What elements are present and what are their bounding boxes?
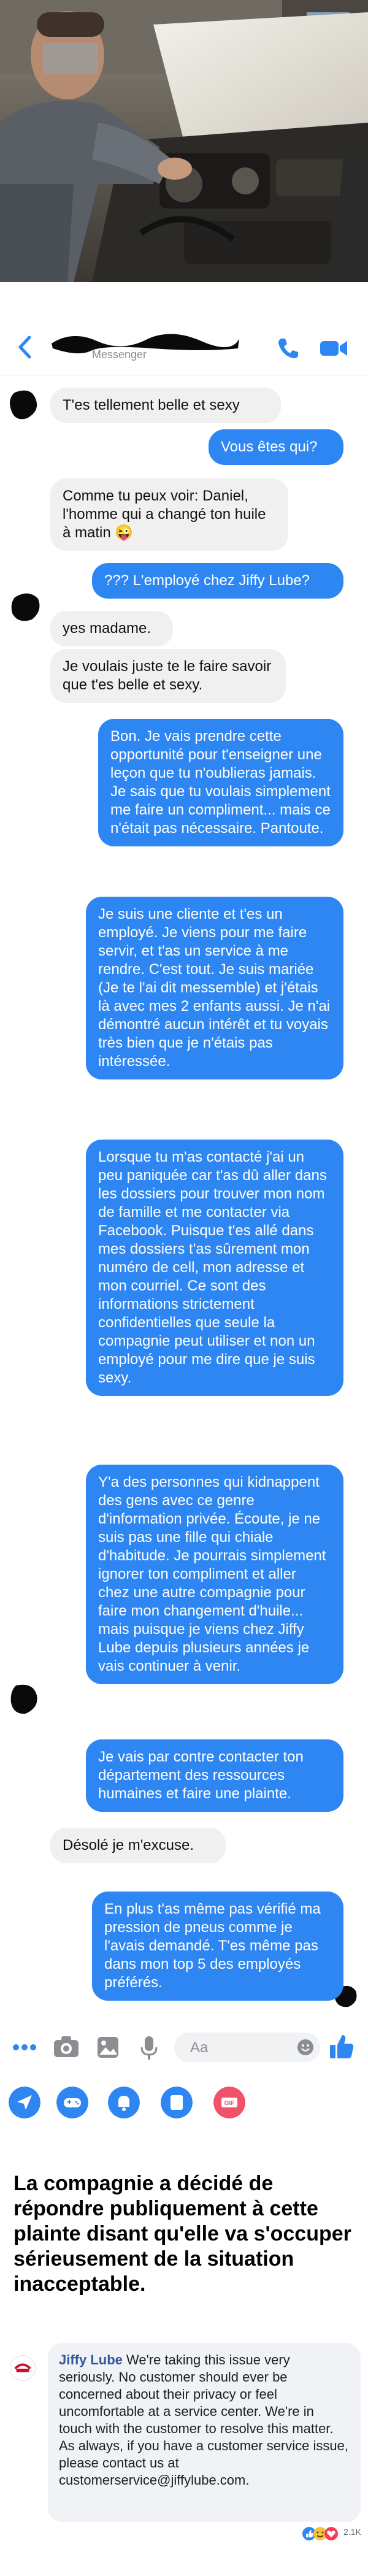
mechanic-photo — [0, 0, 368, 282]
outgoing-message: En plus t'as même pas vérifié ma pressio… — [92, 1892, 343, 2001]
conversation-header: Messenger — [0, 324, 368, 375]
thumbs-up-icon[interactable] — [328, 2033, 356, 2061]
camera-icon[interactable] — [53, 2035, 80, 2060]
incoming-message: Désolé je m'excuse. — [50, 1828, 226, 1863]
reaction-count: 2.1K — [343, 2527, 361, 2537]
message-input[interactable]: Aa — [174, 2033, 320, 2062]
jiffy-lube-logo-avatar — [10, 2355, 36, 2381]
caption-text: La compagnie a décidé de répondre publiq… — [13, 2172, 351, 2296]
outgoing-message: Lorsque tu m'as contacté j'ai un peu pan… — [86, 1140, 343, 1396]
message-input-placeholder: Aa — [190, 2039, 209, 2056]
message-composer: Aa — [0, 2024, 368, 2071]
incoming-message: Comme tu peux voir: Daniel, l'homme qui … — [50, 478, 288, 551]
svg-text:GIF: GIF — [224, 2100, 235, 2107]
incoming-message: Je voulais juste te le faire savoir que … — [50, 649, 286, 703]
redacted-avatar — [11, 593, 40, 621]
comment-text: We're taking this issue very seriously. … — [59, 2352, 348, 2488]
messenger-app-bar: GIF — [0, 2080, 368, 2125]
location-arrow-icon[interactable] — [9, 2087, 40, 2118]
outgoing-message: Y'a des personnes qui kidnappent des gen… — [86, 1465, 343, 1684]
notification-bell-icon[interactable] — [108, 2087, 140, 2118]
more-dots-icon[interactable] — [12, 2044, 37, 2051]
incoming-message: yes madame. — [50, 611, 173, 646]
redacted-avatar — [10, 1684, 37, 1714]
bookmark-icon[interactable] — [161, 2087, 193, 2118]
redacted-avatar — [10, 390, 37, 420]
outgoing-message: Bon. Je vais prendre cette opportunité p… — [98, 719, 343, 846]
phone-call-icon[interactable] — [276, 336, 301, 361]
header-subtitle: Messenger — [92, 348, 147, 361]
gallery-icon[interactable] — [96, 2035, 120, 2060]
outgoing-message: Je vais par contre contacter ton départe… — [86, 1739, 343, 1812]
games-icon[interactable] — [56, 2087, 88, 2118]
back-chevron-icon[interactable] — [15, 334, 36, 361]
emoji-icon[interactable] — [297, 2039, 314, 2056]
facebook-comment: Jiffy Lube We're taking this issue very … — [48, 2343, 361, 2522]
incoming-message: T'es tellement belle et sexy — [50, 388, 281, 423]
microphone-icon[interactable] — [140, 2035, 158, 2061]
comment-author[interactable]: Jiffy Lube — [59, 2352, 123, 2367]
outgoing-message: Je suis une cliente et t'es un employé. … — [86, 897, 343, 1079]
reaction-icons[interactable] — [302, 2526, 341, 2542]
video-call-icon[interactable] — [319, 337, 350, 359]
outgoing-message: Vous êtes qui? — [209, 429, 343, 465]
gif-icon[interactable]: GIF — [213, 2087, 245, 2118]
outgoing-message: ??? L'employé chez Jiffy Lube? — [92, 563, 343, 599]
